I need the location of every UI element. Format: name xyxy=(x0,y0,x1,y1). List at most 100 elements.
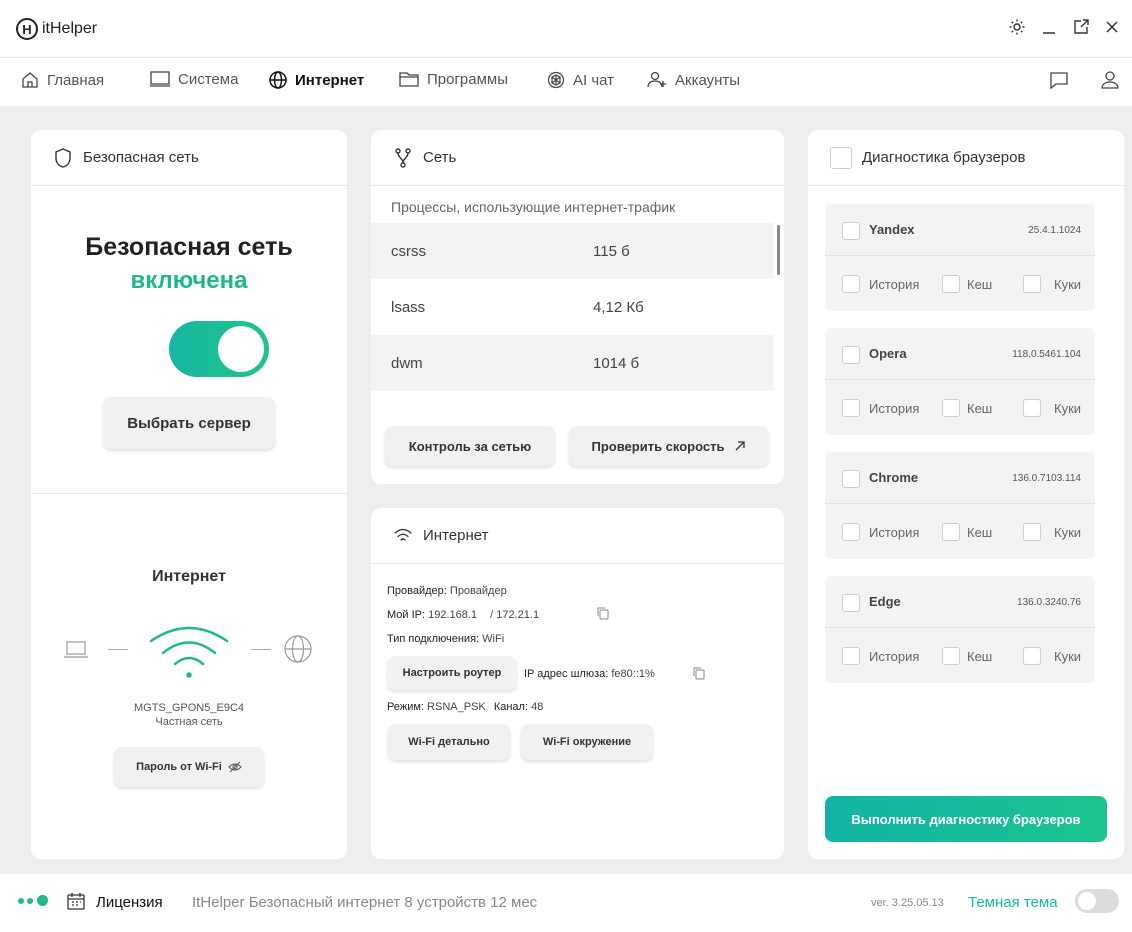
card-header: Сеть xyxy=(371,130,784,186)
version-text: ver. 3.25.05.13 xyxy=(871,897,944,909)
secure-network-card: Безопасная сеть Безопасная сеть включена… xyxy=(31,130,347,859)
browser-header: Yandex 25.4.1.1024 xyxy=(825,204,1095,256)
dark-theme-toggle[interactable] xyxy=(1075,889,1119,913)
nav-item-system[interactable]: Система xyxy=(149,70,238,88)
card-title: Интернет xyxy=(423,527,489,544)
channel-value: 48 xyxy=(531,701,544,713)
cache-label: Кеш xyxy=(967,277,993,292)
select-all-checkbox[interactable] xyxy=(830,146,852,169)
folder-icon xyxy=(399,72,419,87)
eye-off-icon xyxy=(228,761,242,773)
history-checkbox[interactable] xyxy=(842,647,860,665)
status-bar: Лицензия ItHelper Безопасный интернет 8 … xyxy=(0,874,1132,932)
nav-label: Система xyxy=(178,70,239,88)
status-dot xyxy=(27,898,33,904)
table-row[interactable]: lsass 4,12 Кб xyxy=(371,279,773,335)
connection-type-line: Тип подключения: WiFi xyxy=(387,633,504,645)
speed-test-label: Проверить скорость xyxy=(591,438,725,454)
cookies-label: Куки xyxy=(1054,525,1082,540)
cache-checkbox[interactable] xyxy=(942,523,960,541)
wifi-password-button[interactable]: Пароль от Wi-Fi xyxy=(114,747,264,787)
gear-icon[interactable] xyxy=(1008,18,1026,41)
history-checkbox[interactable] xyxy=(842,275,860,293)
copy-icon[interactable] xyxy=(693,667,705,680)
provider-line: Провайдер: Провайдер xyxy=(387,585,507,597)
browser-checkbox[interactable] xyxy=(842,594,860,612)
cache-label: Кеш xyxy=(967,401,993,416)
cache-checkbox[interactable] xyxy=(942,399,960,417)
ip-value-secondary: / 172.21.1 xyxy=(490,609,540,621)
cookies-checkbox[interactable] xyxy=(1023,275,1041,293)
secure-network-toggle[interactable] xyxy=(169,321,269,377)
network-card: Сеть Процессы, использующие интернет-тра… xyxy=(371,130,784,484)
copy-icon[interactable] xyxy=(597,607,609,620)
browser-name: Edge xyxy=(869,594,901,609)
license-label[interactable]: Лицензия xyxy=(96,894,163,911)
card-title: Сеть xyxy=(423,149,457,166)
cookies-checkbox[interactable] xyxy=(1023,523,1041,541)
table-row[interactable]: dwm 1014 б xyxy=(371,335,773,391)
history-label: История xyxy=(869,525,920,540)
wifi-icon xyxy=(394,528,412,541)
browser-name: Opera xyxy=(869,346,907,361)
fork-icon xyxy=(395,147,411,168)
cache-checkbox[interactable] xyxy=(942,275,960,293)
speed-test-button[interactable]: Проверить скорость xyxy=(569,426,769,466)
logo-badge: H xyxy=(16,18,38,40)
run-diagnostics-button[interactable]: Выполнить диагностику браузеров xyxy=(825,796,1107,842)
nav-item-home[interactable]: Главная xyxy=(20,70,104,90)
nav-item-programs[interactable]: Программы xyxy=(398,70,508,88)
connector-line xyxy=(108,649,128,650)
calendar-icon xyxy=(67,893,85,910)
table-row[interactable]: csrss 115 б xyxy=(371,223,773,279)
nav-item-accounts[interactable]: Аккаунты xyxy=(646,70,740,90)
conn-type-label: Тип подключения: xyxy=(387,633,480,645)
nav-right xyxy=(1048,70,1120,95)
close-icon[interactable] xyxy=(1104,19,1120,40)
conn-type-value: WiFi xyxy=(482,633,505,645)
wifi-detail-button[interactable]: Wi-Fi детально xyxy=(388,724,510,760)
card-header: Диагностика браузеров xyxy=(808,130,1124,186)
mode-line: Режим: RSNA_PSK Канал: 48 xyxy=(387,701,543,713)
ip-line: Мой IP: 192.168.1 / 172.21.1 xyxy=(387,609,539,621)
process-traffic: 1014 б xyxy=(593,354,640,372)
nav-item-internet[interactable]: Интернет xyxy=(268,70,364,90)
cookies-label: Куки xyxy=(1054,649,1082,664)
network-control-button[interactable]: Контроль за сетью xyxy=(385,426,555,466)
choose-server-button[interactable]: Выбрать сервер xyxy=(103,397,275,449)
browser-checkbox[interactable] xyxy=(842,222,860,240)
window-controls xyxy=(1008,18,1120,41)
process-name: lsass xyxy=(391,298,426,316)
wifi-environment-button[interactable]: Wi-Fi окружение xyxy=(521,724,653,760)
cookies-checkbox[interactable] xyxy=(1023,647,1041,665)
ip-label: Мой IP: xyxy=(387,609,426,621)
browser-checkbox[interactable] xyxy=(842,346,860,364)
history-checkbox[interactable] xyxy=(842,399,860,417)
cookies-checkbox[interactable] xyxy=(1023,399,1041,417)
history-label: История xyxy=(869,649,920,664)
history-checkbox[interactable] xyxy=(842,523,860,541)
add-user-icon xyxy=(647,71,666,88)
nav-item-ai-chat[interactable]: AI чат xyxy=(546,70,614,90)
minimize-icon[interactable] xyxy=(1040,18,1058,41)
popout-icon[interactable] xyxy=(1072,18,1090,41)
process-name: dwm xyxy=(391,354,423,372)
cache-checkbox[interactable] xyxy=(942,647,960,665)
chat-icon[interactable] xyxy=(1048,70,1070,95)
browser-version: 136.0.7103.114 xyxy=(1012,473,1081,484)
profile-icon[interactable] xyxy=(1100,70,1120,95)
gateway-line: IP адрес шлюза: fe80::1% xyxy=(524,668,655,680)
router-settings-button[interactable]: Настроить роутер xyxy=(387,656,517,690)
toggle-knob xyxy=(218,326,264,372)
browser-item-chrome: Chrome 136.0.7103.114 История Кеш Куки xyxy=(825,452,1095,559)
browser-name: Chrome xyxy=(869,470,919,485)
toggle-knob xyxy=(1078,892,1096,910)
nav-label: Главная xyxy=(47,71,105,89)
dark-theme-label: Темная тема xyxy=(968,894,1058,911)
globe-icon xyxy=(284,635,312,663)
provider-label: Провайдер: xyxy=(387,585,447,597)
scrollbar[interactable] xyxy=(777,225,780,275)
nav-label: Интернет xyxy=(295,71,365,89)
browser-checkbox[interactable] xyxy=(842,470,860,488)
ai-icon xyxy=(547,71,565,89)
